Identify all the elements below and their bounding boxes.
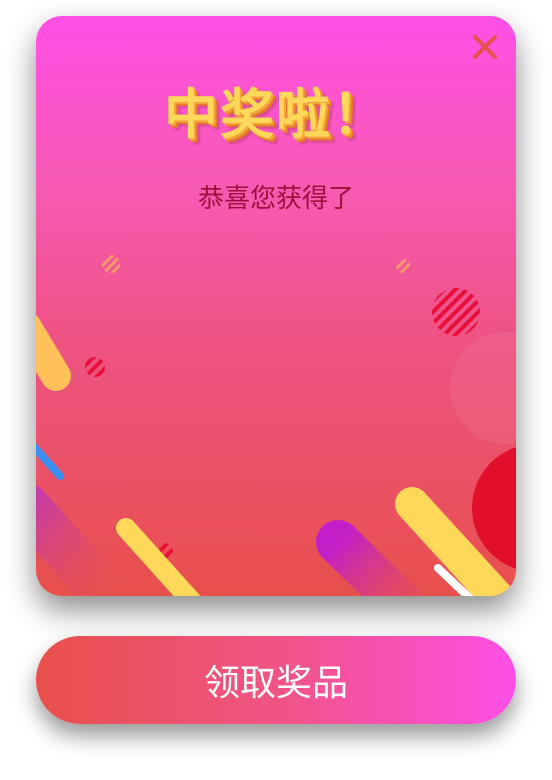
claim-prize-label: 领取奖品 (203, 663, 348, 704)
dialog-title: 中奖啦！ (164, 83, 388, 146)
dialog-subtitle: 恭喜您获得了 (197, 184, 354, 214)
prize-dialog: 中奖啦！ 恭喜您获得了 (36, 16, 516, 596)
close-button[interactable] (470, 32, 500, 62)
close-icon (473, 35, 497, 59)
claim-prize-button[interactable]: 领取奖品 (36, 636, 516, 724)
